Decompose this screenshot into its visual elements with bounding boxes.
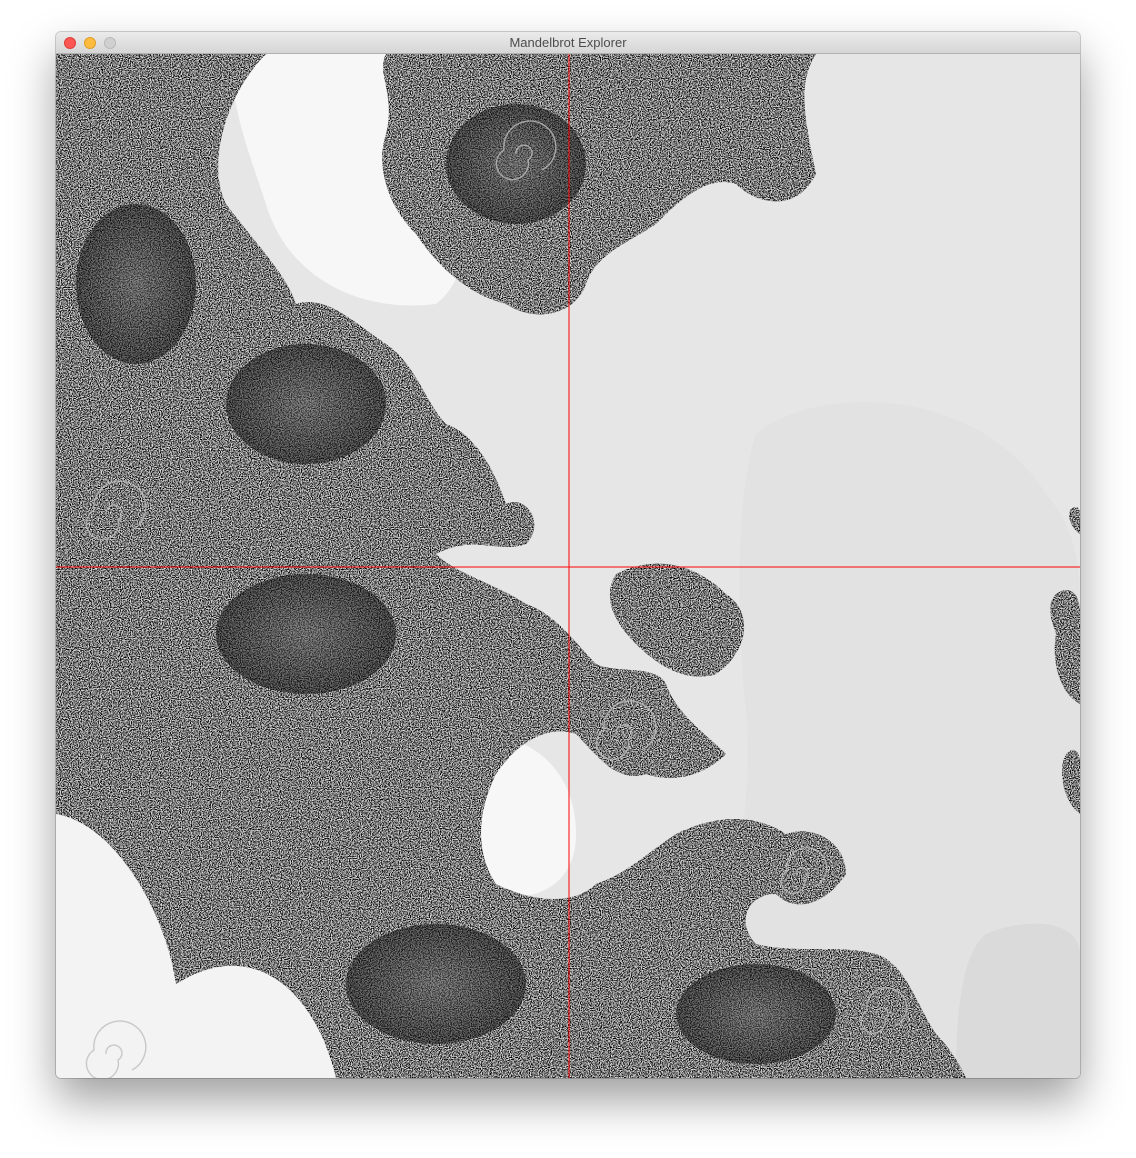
app-window: Mandelbrot Explorer <box>56 32 1080 1078</box>
fractal-view[interactable] <box>56 54 1080 1078</box>
window-title: Mandelbrot Explorer <box>509 35 627 50</box>
fractal-canvas[interactable] <box>56 54 1080 1078</box>
title-bar[interactable]: Mandelbrot Explorer <box>56 32 1080 54</box>
